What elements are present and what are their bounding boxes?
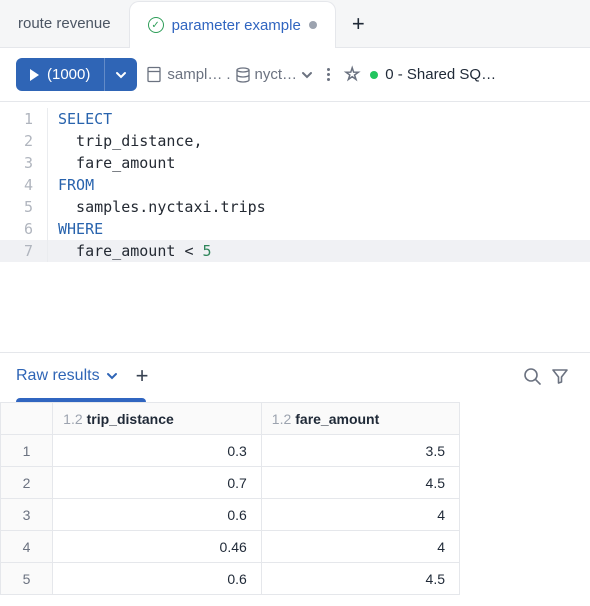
gutter: 2 xyxy=(0,130,48,152)
sql-text xyxy=(193,242,202,260)
rownum-header xyxy=(1,403,53,435)
sql-text: samples.nyctaxi.trips xyxy=(58,198,266,216)
rownum-cell: 5 xyxy=(1,563,53,595)
results-tab-label: Raw results xyxy=(16,367,100,385)
gutter: 5 xyxy=(0,196,48,218)
search-icon xyxy=(522,366,542,386)
filter-icon xyxy=(550,366,570,386)
filter-button[interactable] xyxy=(546,362,574,390)
chevron-down-icon xyxy=(106,370,118,382)
table-row[interactable]: 50.64.5 xyxy=(1,563,460,595)
sql-kw: SELECT xyxy=(58,110,112,128)
results-table: 1.2trip_distance 1.2fare_amount 10.33.5 … xyxy=(0,402,460,595)
sql-editor[interactable]: 1 SELECT 2 trip_distance, 3 fare_amount 4… xyxy=(0,102,590,262)
run-label: (1000) xyxy=(47,66,90,83)
gutter: 4 xyxy=(0,174,48,196)
results-add-button[interactable]: + xyxy=(136,363,149,389)
play-icon xyxy=(30,69,39,81)
cell: 4.5 xyxy=(261,563,459,595)
gutter: 6 xyxy=(0,218,48,240)
search-button[interactable] xyxy=(518,362,546,390)
sql-number: 5 xyxy=(203,242,212,260)
sql-text: fare_amount xyxy=(58,154,175,172)
run-button-group: (1000) xyxy=(16,58,137,91)
unsaved-dot-icon xyxy=(309,21,317,29)
query-toolbar: (1000) sampl… . nyct… ☆ 0 - Shared SQ… xyxy=(0,48,590,102)
gutter: 1 xyxy=(0,108,48,130)
more-menu-button[interactable] xyxy=(323,64,334,85)
favorite-toggle[interactable]: ☆ xyxy=(344,64,360,85)
schema-label: nyct… xyxy=(255,66,298,83)
table-row[interactable]: 30.64 xyxy=(1,499,460,531)
cell: 0.6 xyxy=(53,563,262,595)
tab-label: parameter example xyxy=(172,17,301,34)
rownum-cell: 4 xyxy=(1,531,53,563)
cell: 0.3 xyxy=(53,435,262,467)
type-tag: 1.2 xyxy=(63,411,82,427)
chevron-down-icon xyxy=(115,69,127,81)
table-row[interactable]: 10.33.5 xyxy=(1,435,460,467)
tab-route-revenue[interactable]: route revenue xyxy=(0,0,129,47)
rownum-cell: 1 xyxy=(1,435,53,467)
tab-new-button[interactable]: + xyxy=(336,0,381,47)
catalog-schema-picker[interactable]: sampl… . nyct… xyxy=(147,66,313,83)
results-tab-raw[interactable]: Raw results xyxy=(16,355,118,397)
table-row[interactable]: 40.464 xyxy=(1,531,460,563)
picker-sep: . xyxy=(226,66,230,83)
rownum-cell: 2 xyxy=(1,467,53,499)
sql-text: trip_distance, xyxy=(58,132,203,150)
compute-picker[interactable]: 0 - Shared SQ… xyxy=(370,66,496,83)
type-tag: 1.2 xyxy=(272,411,291,427)
catalog-label: sampl… xyxy=(167,66,222,83)
cell: 0.7 xyxy=(53,467,262,499)
cell: 4.5 xyxy=(261,467,459,499)
status-dot-icon xyxy=(370,71,378,79)
catalog-icon xyxy=(147,66,163,83)
sql-text: fare_amount xyxy=(58,242,184,260)
tab-label: route revenue xyxy=(18,15,111,32)
chevron-down-icon xyxy=(301,69,313,81)
sql-kw: WHERE xyxy=(58,220,103,238)
rownum-cell: 3 xyxy=(1,499,53,531)
cell: 4 xyxy=(261,499,459,531)
column-name: fare_amount xyxy=(295,411,379,427)
compute-label: 0 - Shared SQ… xyxy=(385,66,496,83)
check-circle-icon: ✓ xyxy=(148,17,164,33)
gutter: 7 xyxy=(0,240,48,262)
column-name: trip_distance xyxy=(87,411,174,427)
database-icon xyxy=(235,67,251,83)
sql-kw: FROM xyxy=(58,176,94,194)
cell: 0.6 xyxy=(53,499,262,531)
cell: 3.5 xyxy=(261,435,459,467)
editor-tabs: route revenue ✓ parameter example + xyxy=(0,0,590,48)
column-header-fare-amount[interactable]: 1.2fare_amount xyxy=(261,403,459,435)
run-dropdown-button[interactable] xyxy=(104,58,137,91)
tab-parameter-example[interactable]: ✓ parameter example xyxy=(129,1,336,48)
table-row[interactable]: 20.74.5 xyxy=(1,467,460,499)
run-button[interactable]: (1000) xyxy=(16,58,104,91)
results-toolbar: Raw results + xyxy=(0,352,590,398)
column-header-trip-distance[interactable]: 1.2 trip_distance xyxy=(53,403,262,435)
gutter: 3 xyxy=(0,152,48,174)
cell: 0.46 xyxy=(53,531,262,563)
cell: 4 xyxy=(261,531,459,563)
